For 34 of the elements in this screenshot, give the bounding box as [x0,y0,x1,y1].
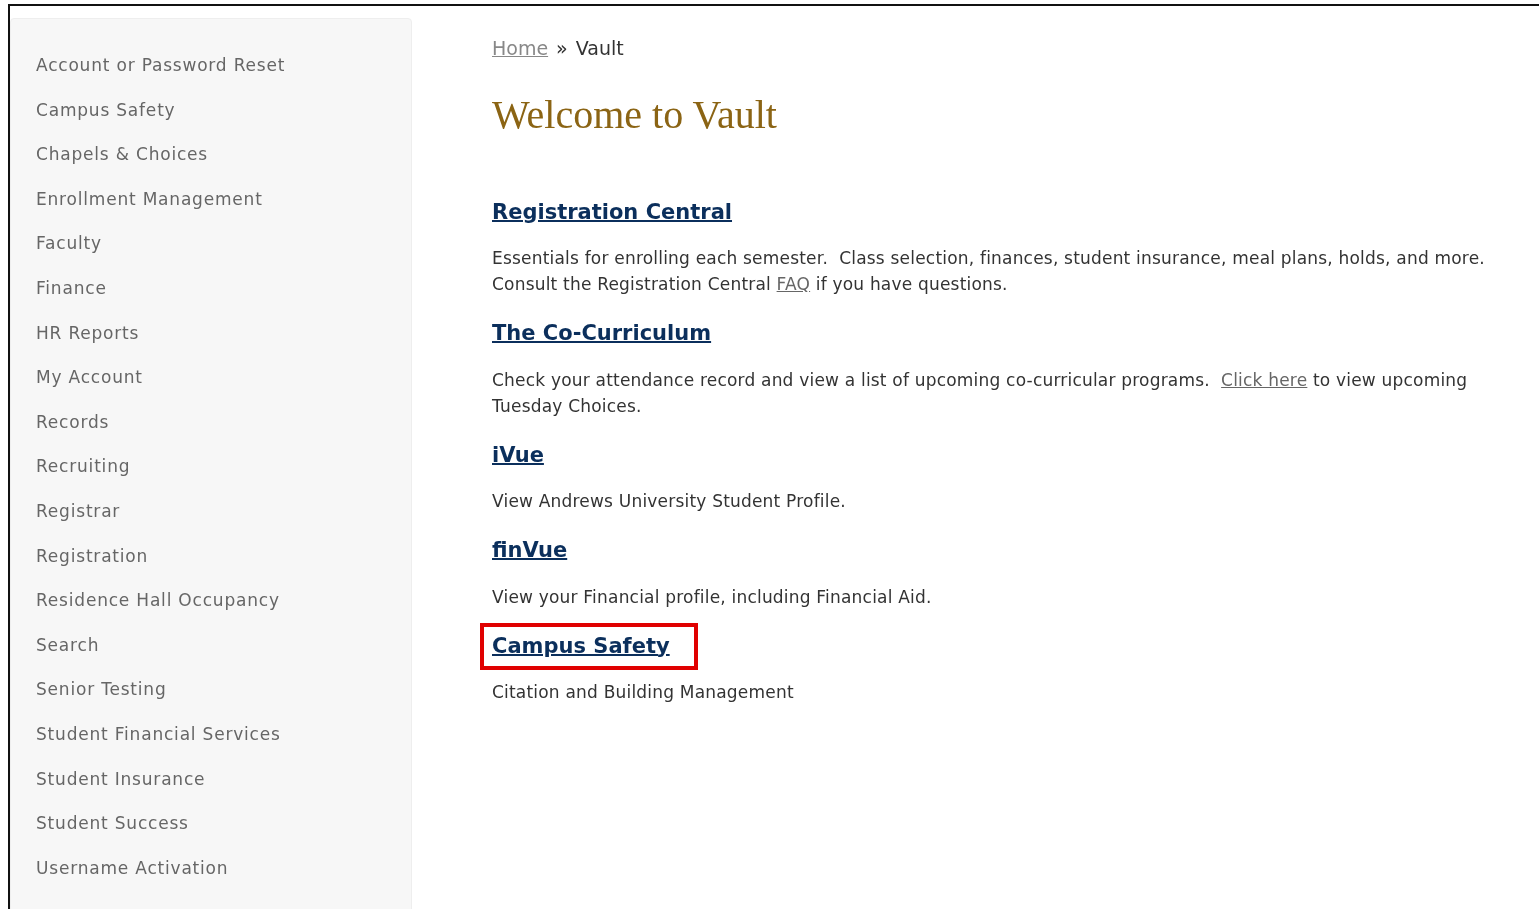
sidebar-link[interactable]: Student Financial Services [36,723,411,744]
section-link[interactable]: iVue [492,439,544,471]
breadcrumb-link[interactable]: Home [492,34,549,63]
section-description: Essentials for enrolling each semester. Class selection, finances, student insurance, meal plans, holds, and more. Consult the Registration Central FAQ if you have questions. [492,247,1486,296]
sidebar-link[interactable]: Registration [36,545,411,566]
sidebar-link[interactable]: My Account [36,367,411,388]
sidebar-link[interactable]: Senior Testing [36,679,411,700]
sidebar-link[interactable]: Faculty [36,233,411,254]
section-description: View Andrews University Student Profile. [492,490,847,513]
sidebar-link[interactable]: Recruiting [36,456,411,477]
inline-link[interactable]: FAQ [776,274,811,294]
sidebar-link[interactable]: Search [36,634,411,655]
section-description: Check your attendance record and view a list of upcoming co-curricular programs. Click here to view upcoming Tuesday Choices. [492,368,1469,418]
sidebar-link[interactable]: Records [36,411,411,432]
sidebar-link[interactable]: Enrollment Management [36,188,411,209]
sidebar-link[interactable]: Student Insurance [36,768,411,789]
sidebar-link[interactable]: Username Activation [36,857,411,878]
sidebar-link[interactable]: Residence Hall Occupancy [36,590,411,611]
breadcrumb-current: Vault [575,36,624,61]
breadcrumb-separator: » [556,36,568,61]
sidebar-link[interactable]: Registrar [36,500,411,521]
sidebar-link[interactable]: Student Success [36,813,411,834]
section-link[interactable]: Registration Central [492,196,732,228]
section-description: Citation and Building Management [492,681,795,704]
section-link[interactable]: The Co-Curriculum [492,318,712,350]
sidebar-link[interactable]: Finance [36,277,411,298]
sidebar-link[interactable]: HR Reports [36,322,411,343]
sidebar-link[interactable]: Account or Password Reset [36,55,411,75]
section-link[interactable]: finVue [492,535,568,567]
page-heading: Welcome to Vault [492,90,778,139]
sidebar-link[interactable]: Campus Safety [36,99,411,120]
section-description: View your Financial profile, including Financial Aid. [492,585,933,609]
sidebar-link[interactable]: Chapels & Choices [36,144,411,165]
inline-link[interactable]: Click here [1221,369,1308,390]
